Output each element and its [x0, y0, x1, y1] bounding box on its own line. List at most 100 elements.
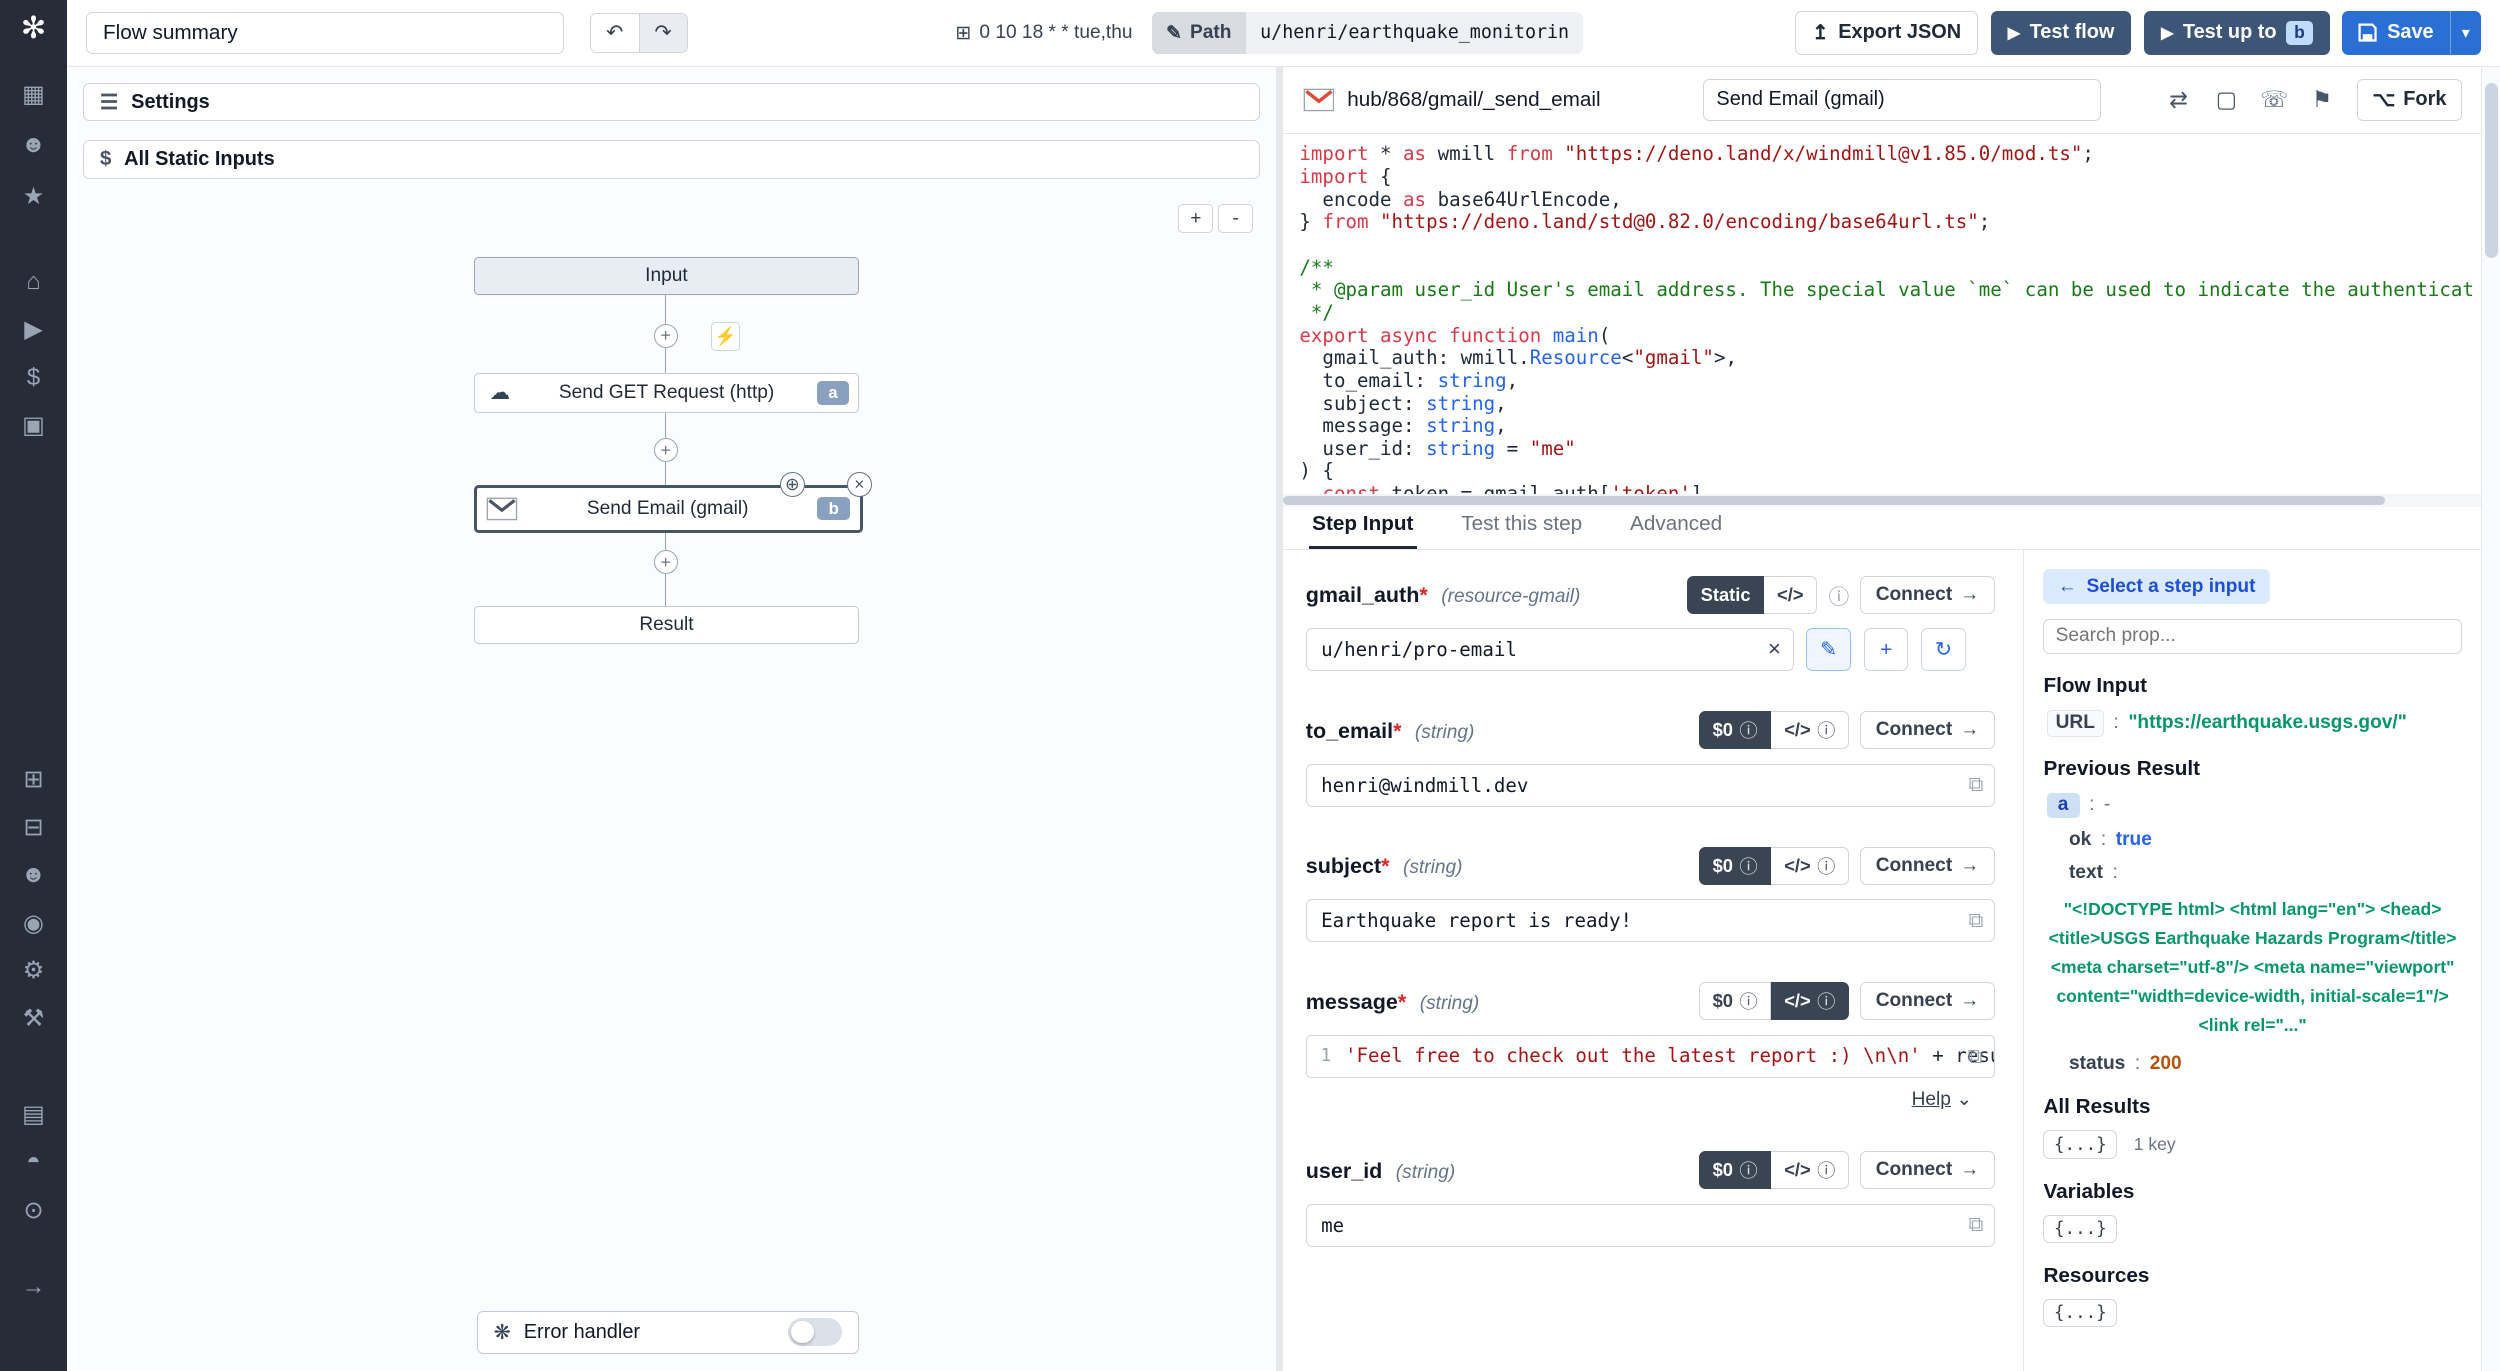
refresh-resource-button[interactable]: ↻ [1921, 628, 1966, 671]
code-hscrollbar[interactable] [1283, 494, 2480, 507]
delete-step-button[interactable]: × [847, 472, 873, 498]
code-mode-toggle[interactable]: </>ⓘ [1771, 982, 1849, 1020]
static-mode-toggle[interactable]: $0ⓘ [1699, 1151, 1772, 1189]
home-icon[interactable]: ⌂ [10, 258, 58, 306]
copy-icon[interactable]: ⧉ [1969, 1213, 1984, 1237]
variables-object[interactable]: {...} [2043, 1215, 2117, 1243]
flag-icon[interactable]: ⚑ [2300, 79, 2345, 120]
user-icon[interactable]: ☻ [10, 121, 58, 169]
all-results-object[interactable]: {...} [2043, 1130, 2117, 1158]
zoom-out-button[interactable]: - [1218, 204, 1253, 233]
add-step-button[interactable]: + [654, 438, 678, 462]
right-scrollbar[interactable] [2481, 67, 2500, 1371]
tab-test-this-step[interactable]: Test this step [1458, 506, 1585, 549]
fork-button[interactable]: ⌥ Fork [2357, 79, 2462, 120]
copy-icon[interactable]: ⧉ [1969, 909, 1984, 933]
error-handler-row[interactable]: ❋ Error handler [477, 1311, 860, 1354]
variables-icon[interactable]: $ [10, 354, 58, 402]
schedules-icon[interactable]: ⊞ [10, 756, 58, 804]
add-step-button[interactable]: + [654, 324, 678, 348]
prop-text-value[interactable]: "<!DOCTYPE html> <html lang="en"> <head>… [2043, 895, 2461, 1040]
prop-row-url[interactable]: URL : "https://earthquake.usgs.gov/" [2047, 710, 2462, 737]
redo-button[interactable]: ↷ [639, 14, 687, 52]
code-mode-toggle[interactable]: </>ⓘ [1771, 847, 1849, 885]
add-step-button[interactable]: + [654, 550, 678, 574]
static-inputs-row[interactable]: $ All Static Inputs [83, 140, 1260, 178]
static-mode-toggle[interactable]: $0ⓘ [1699, 847, 1772, 885]
search-prop-input[interactable] [2043, 619, 2461, 654]
workers-icon[interactable]: ⚒ [10, 995, 58, 1043]
gmail-auth-resource-input[interactable] [1306, 628, 1794, 671]
subject-input[interactable] [1306, 899, 1995, 942]
connect-button[interactable]: Connect→ [1860, 982, 1994, 1020]
resources-object[interactable]: {...} [2043, 1299, 2117, 1327]
info-icon[interactable]: ⓘ [1828, 580, 1849, 610]
groups-icon[interactable]: ☻ [10, 851, 58, 899]
prop-row-text[interactable]: text : [2069, 862, 2462, 884]
clear-icon[interactable]: × [1768, 636, 1781, 662]
panel-splitter[interactable] [1276, 67, 1284, 1371]
docs-icon[interactable]: ▤ [10, 1090, 58, 1138]
user-id-input[interactable] [1306, 1204, 1995, 1247]
test-up-to-button[interactable]: ▶ Test up to b [2144, 11, 2330, 56]
add-resource-button[interactable]: + [1864, 628, 1909, 671]
window-icon[interactable]: ▢ [2204, 79, 2249, 120]
node-input[interactable]: Input [474, 257, 860, 295]
connect-button[interactable]: Connect→ [1860, 1151, 1994, 1189]
favorites-icon[interactable]: ★ [10, 172, 58, 220]
test-flow-button[interactable]: ▶ Test flow [1991, 11, 2132, 56]
connect-button[interactable]: Connect→ [1860, 576, 1994, 614]
copy-icon[interactable]: ⧉ [1969, 773, 1984, 797]
prop-row-status[interactable]: status : 200 [2069, 1053, 2462, 1075]
copy-icon[interactable]: ⧉ [1968, 1045, 1983, 1069]
tab-advanced[interactable]: Advanced [1627, 506, 1726, 549]
discord-icon[interactable]: ◓ [10, 1138, 58, 1186]
connect-button[interactable]: Connect→ [1860, 847, 1994, 885]
settings-row[interactable]: ☰ Settings [83, 83, 1260, 121]
help-link[interactable]: Help [1912, 1089, 1951, 1110]
flow-summary-input[interactable] [86, 12, 564, 53]
to-email-input[interactable] [1306, 764, 1995, 807]
step-name-input[interactable] [1703, 79, 2102, 120]
prop-row-ok[interactable]: ok : true [2069, 829, 2462, 851]
save-dropdown-button[interactable]: ▾ [2450, 11, 2481, 56]
prop-row-a[interactable]: a : - [2047, 793, 2462, 818]
save-button[interactable]: Save [2342, 11, 2449, 56]
static-mode-toggle[interactable]: Static [1687, 576, 1764, 614]
connect-button[interactable]: Connect→ [1860, 711, 1994, 749]
schedule-display[interactable]: ⊞ 0 10 18 * * tue,thu [955, 21, 1132, 45]
edit-resource-button[interactable]: ✎ [1806, 628, 1851, 671]
node-result[interactable]: Result [474, 606, 860, 644]
code-mode-toggle[interactable]: </> [1764, 576, 1817, 614]
github-icon[interactable]: ⊙ [10, 1186, 58, 1234]
resources-icon[interactable]: ▣ [10, 402, 58, 450]
undo-button[interactable]: ↶ [591, 14, 639, 52]
zoom-in-button[interactable]: + [1178, 204, 1213, 233]
field-message: message* (string) $0ⓘ </>ⓘ Conn [1306, 982, 1995, 1111]
folders-icon[interactable]: ⊟ [10, 803, 58, 851]
windmill-logo-icon[interactable]: ✻ [10, 10, 58, 48]
node-gmail-selected[interactable]: Send Email (gmail) b [474, 485, 863, 533]
error-handler-toggle[interactable] [788, 1318, 842, 1347]
settings-icon[interactable]: ⚙ [10, 947, 58, 995]
phone-icon[interactable]: ☏ [2252, 79, 2297, 120]
static-mode-toggle[interactable]: $0ⓘ [1699, 711, 1772, 749]
select-step-input-button[interactable]: ← Select a step input [2043, 569, 2269, 604]
sync-icon[interactable]: ⇄ [2156, 79, 2201, 120]
trigger-bolt-button[interactable]: ⚡ [711, 322, 740, 351]
runs-icon[interactable]: ▶ [10, 306, 58, 354]
apps-icon[interactable]: ▦ [10, 70, 58, 118]
tab-step-input[interactable]: Step Input [1309, 506, 1417, 549]
code-mode-toggle[interactable]: </>ⓘ [1771, 711, 1849, 749]
audit-logs-icon[interactable]: ◉ [10, 899, 58, 947]
static-mode-toggle[interactable]: $0ⓘ [1699, 982, 1772, 1020]
node-http[interactable]: ☁ Send GET Request (http) a [474, 373, 860, 413]
code-line: const token = gmail_auth['token'] [1299, 483, 2480, 494]
info-icon: ⓘ [1739, 853, 1757, 879]
collapse-icon[interactable]: → [10, 1263, 58, 1311]
export-json-button[interactable]: ↥ Export JSON [1795, 11, 1978, 56]
code-mode-toggle[interactable]: </>ⓘ [1771, 1151, 1849, 1189]
code-editor[interactable]: import * as wmill from "https://deno.lan… [1283, 134, 2480, 494]
path-group[interactable]: ✎ Path u/henri/earthquake_monitorin [1152, 12, 1584, 53]
message-expression-editor[interactable]: 1 'Feel free to check out the latest rep… [1306, 1035, 1995, 1078]
